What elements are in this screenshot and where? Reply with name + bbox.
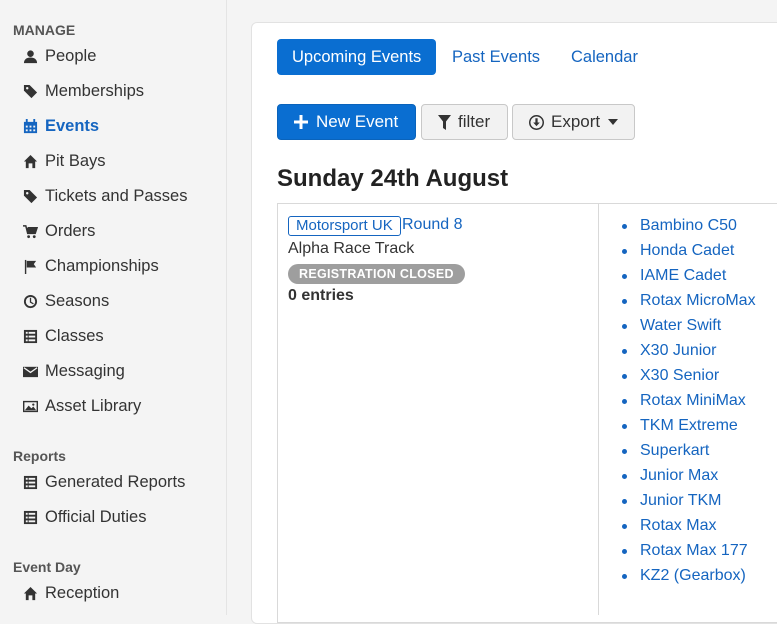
sidebar-item-championships[interactable]: Championships <box>22 254 159 278</box>
sidebar-item-label: Classes <box>45 326 104 345</box>
section-title-reports: Reports <box>13 448 66 464</box>
class-list-item[interactable]: KZ2 (Gearbox) <box>622 565 746 587</box>
envelope-icon <box>22 363 38 379</box>
class-list-item[interactable]: Water Swift <box>622 315 721 337</box>
event-entries: 0 entries <box>288 287 354 304</box>
sidebar-item-label: Official Duties <box>45 507 147 526</box>
class-list-item[interactable]: X30 Senior <box>622 365 719 387</box>
class-list-item[interactable]: X30 Junior <box>622 340 717 362</box>
class-list-item-label: Rotax MiniMax <box>640 392 746 409</box>
flag-icon <box>22 258 38 274</box>
tag-icon <box>22 188 38 204</box>
filter-label: filter <box>458 112 491 131</box>
class-list-item-label: Rotax MicroMax <box>640 292 756 309</box>
export-button[interactable]: Export <box>512 104 635 140</box>
sidebar-item-pit-bays[interactable]: Pit Bays <box>22 149 106 173</box>
class-list-item[interactable]: IAME Cadet <box>622 265 726 287</box>
sidebar-item-orders[interactable]: Orders <box>22 219 95 243</box>
image-icon <box>22 398 38 414</box>
class-list-item-label: X30 Senior <box>640 367 720 384</box>
user-icon <box>22 48 38 64</box>
section-title-event-day: Event Day <box>13 559 81 575</box>
class-list-item[interactable]: Rotax Max <box>622 515 716 537</box>
plus-icon <box>294 115 308 129</box>
caret-down-icon <box>608 119 619 125</box>
list-icon <box>22 328 38 344</box>
download-icon <box>529 114 544 130</box>
class-list-item-label: Superkart <box>640 442 710 459</box>
class-list-item-label: Junior TKM <box>640 492 722 509</box>
calendar-icon <box>22 118 38 134</box>
clock-icon <box>22 293 38 309</box>
class-list-item-label: Honda Cadet <box>640 242 735 259</box>
sidebar: MANAGE People Memberships Events Pit Bay… <box>0 0 227 615</box>
section-title-manage: MANAGE <box>13 22 76 38</box>
sidebar-item-label: Events <box>45 116 100 135</box>
class-list-item-label: Water Swift <box>640 317 722 334</box>
class-list-item[interactable]: Honda Cadet <box>622 240 734 262</box>
home-icon <box>22 153 38 169</box>
event-venue: Alpha Race Track <box>288 240 415 257</box>
class-list-item-label: Bambino C50 <box>640 217 737 234</box>
tag-icon <box>22 83 38 99</box>
filter-icon <box>438 114 451 130</box>
event-round-link[interactable]: Round 8 <box>402 216 463 234</box>
sidebar-item-tickets-and-passes[interactable]: Tickets and Passes <box>22 184 187 208</box>
sidebar-item-asset-library[interactable]: Asset Library <box>22 394 141 418</box>
sidebar-item-classes[interactable]: Classes <box>22 324 104 348</box>
sidebar-item-label: People <box>45 46 97 65</box>
new-event-label: New Event <box>316 112 399 131</box>
class-list-item-label: X30 Junior <box>640 342 717 359</box>
class-list-item[interactable]: Superkart <box>622 440 709 462</box>
class-list-item-label: TKM Extreme <box>640 417 738 434</box>
filter-button[interactable]: filter <box>421 104 508 140</box>
class-list-item[interactable]: Junior TKM <box>622 490 722 512</box>
sidebar-item-label: Generated Reports <box>45 472 186 491</box>
class-list-item-label: Rotax Max 177 <box>640 542 748 559</box>
sidebar-item-label: Asset Library <box>45 396 142 415</box>
class-list-item[interactable]: Junior Max <box>622 465 718 487</box>
tab-past-events[interactable]: Past Events <box>437 39 555 75</box>
sidebar-item-label: Orders <box>45 221 96 240</box>
sidebar-item-people[interactable]: People <box>22 44 96 68</box>
new-event-button[interactable]: New Event <box>277 104 416 140</box>
status-badge: REGISTRATION CLOSED <box>288 264 465 284</box>
cart-icon <box>22 223 38 239</box>
sidebar-item-messaging[interactable]: Messaging <box>22 359 125 383</box>
class-list-item[interactable]: Rotax MicroMax <box>622 290 756 312</box>
class-list-item[interactable]: Rotax MiniMax <box>622 390 746 412</box>
sidebar-item-reception[interactable]: Reception <box>22 581 119 605</box>
sidebar-item-label: Pit Bays <box>45 151 106 170</box>
sidebar-item-label: Reception <box>45 583 120 602</box>
sidebar-item-label: Seasons <box>45 291 110 310</box>
export-label: Export <box>551 112 601 131</box>
sidebar-item-label: Memberships <box>45 81 145 100</box>
class-list-item-label: IAME Cadet <box>640 267 727 284</box>
tab-upcoming-events[interactable]: Upcoming Events <box>277 39 437 75</box>
class-list-item[interactable]: Rotax Max 177 <box>622 540 748 562</box>
class-list-item-label: Rotax Max <box>640 517 717 534</box>
list-icon <box>22 474 38 490</box>
date-heading: Sunday 24th August <box>277 165 509 192</box>
class-list-item[interactable]: TKM Extreme <box>622 415 738 437</box>
organiser-tag[interactable]: Motorsport UK <box>288 216 401 236</box>
class-list-item-label: Junior Max <box>640 467 719 484</box>
sidebar-item-events[interactable]: Events <box>22 114 99 138</box>
sidebar-item-label: Championships <box>45 256 159 275</box>
sidebar-item-label: Tickets and Passes <box>45 186 188 205</box>
list-icon <box>22 509 38 525</box>
sidebar-item-official-duties[interactable]: Official Duties <box>22 505 146 529</box>
sidebar-item-memberships[interactable]: Memberships <box>22 79 144 103</box>
tab-calendar[interactable]: Calendar <box>556 39 653 75</box>
sidebar-item-generated-reports[interactable]: Generated Reports <box>22 470 185 494</box>
class-list-item-label: KZ2 (Gearbox) <box>640 567 746 584</box>
sidebar-item-seasons[interactable]: Seasons <box>22 289 109 313</box>
sidebar-item-label: Messaging <box>45 361 125 380</box>
class-list-item[interactable]: Bambino C50 <box>622 215 737 237</box>
event-card-divider <box>598 203 599 615</box>
home-icon <box>22 585 38 601</box>
